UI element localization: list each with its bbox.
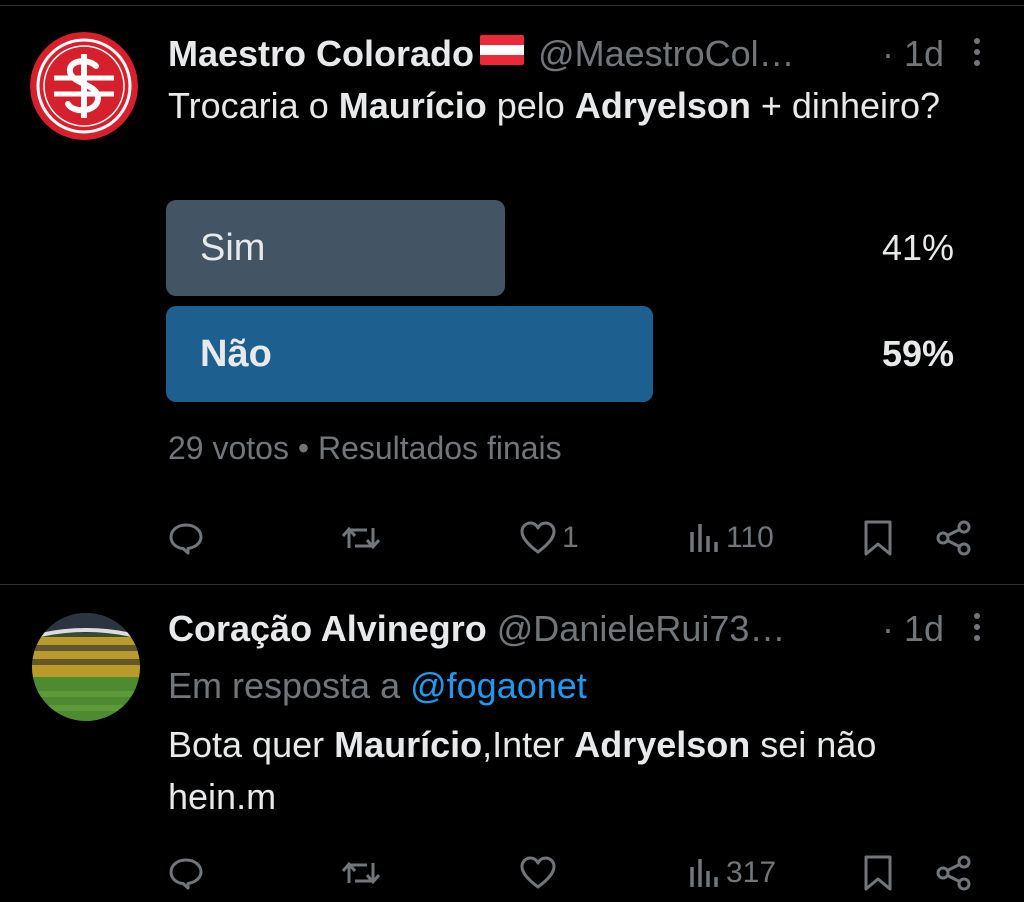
tweet-maestro-colorado[interactable]: Maestro Colorado @MaestroCol… · 1d Troca…	[0, 0, 1024, 584]
share-button[interactable]	[934, 516, 974, 560]
poll-option-sim: Sim	[166, 200, 505, 296]
author-name[interactable]: Maestro Colorado	[168, 33, 474, 74]
tweet-header: Maestro Colorado @MaestroCol… · 1d	[168, 32, 984, 78]
mention-link[interactable]: @fogaonet	[410, 665, 587, 706]
poll-option-label: Não	[200, 333, 272, 375]
bar-chart-icon	[690, 859, 718, 887]
author-handle[interactable]: @MaestroCol…	[538, 33, 795, 74]
retweet-button[interactable]	[339, 851, 383, 895]
retweet-button[interactable]	[339, 516, 383, 560]
more-options-icon[interactable]	[972, 38, 982, 70]
avatar-stadium-photo[interactable]	[32, 613, 140, 721]
tweet-text: Bota quer Maurício,Inter Adryelson sei n…	[168, 724, 877, 817]
tweet-actions: 1 110	[0, 516, 1024, 560]
tweet-text: Trocaria o Maurício pelo Adryelson + din…	[168, 85, 941, 126]
poll-meta: 29 votos • Resultados finais	[168, 430, 562, 466]
tweet-actions: 317	[0, 851, 1024, 895]
retweet-arrows-icon	[341, 861, 381, 885]
avatar-internacional-crest[interactable]	[30, 32, 138, 140]
speech-bubble-icon	[169, 858, 203, 890]
austria-flag-icon	[480, 31, 525, 75]
tweet-header: Coração Alvinegro @DanieleRui73… · 1d	[168, 607, 984, 651]
reply-button[interactable]	[166, 851, 206, 895]
author-handle[interactable]: @DanieleRui73…	[497, 608, 786, 649]
reply-context: Em resposta a @fogaonet	[168, 665, 587, 706]
bookmark-button[interactable]	[860, 851, 896, 895]
poll-votes: 29 votos	[168, 430, 289, 466]
bookmark-button[interactable]	[860, 516, 896, 560]
poll-status: Resultados finais	[317, 430, 562, 466]
poll-option-nao: Não	[166, 306, 653, 402]
bookmark-icon	[864, 855, 892, 891]
poll-option-label: Sim	[200, 227, 266, 269]
like-count: 1	[562, 521, 579, 554]
bar-chart-icon	[690, 524, 718, 552]
views-count: 110	[726, 521, 774, 554]
tweet-time[interactable]: · 1d	[882, 607, 944, 651]
share-nodes-icon	[936, 855, 971, 891]
poll-option-percent: 41%	[881, 227, 954, 268]
retweet-arrows-icon	[341, 526, 381, 550]
views-count: 317	[726, 856, 777, 889]
like-button[interactable]: 1	[518, 516, 579, 560]
heart-icon	[520, 856, 556, 889]
share-nodes-icon	[936, 520, 971, 556]
tweet-time[interactable]: · 1d	[882, 32, 944, 76]
like-button[interactable]	[518, 851, 558, 895]
heart-icon	[520, 521, 556, 554]
speech-bubble-icon	[169, 523, 203, 555]
bookmark-icon	[864, 520, 892, 556]
tweet-coracao-alvinegro[interactable]: Coração Alvinegro @DanieleRui73… · 1d Em…	[0, 585, 1024, 902]
reply-button[interactable]	[166, 516, 206, 560]
share-button[interactable]	[934, 851, 974, 895]
views-button[interactable]: 317	[688, 851, 776, 895]
poll-option-percent: 59%	[881, 333, 954, 374]
views-button[interactable]: 110	[688, 516, 774, 560]
more-options-icon[interactable]	[972, 613, 982, 645]
author-name[interactable]: Coração Alvinegro	[168, 608, 487, 649]
